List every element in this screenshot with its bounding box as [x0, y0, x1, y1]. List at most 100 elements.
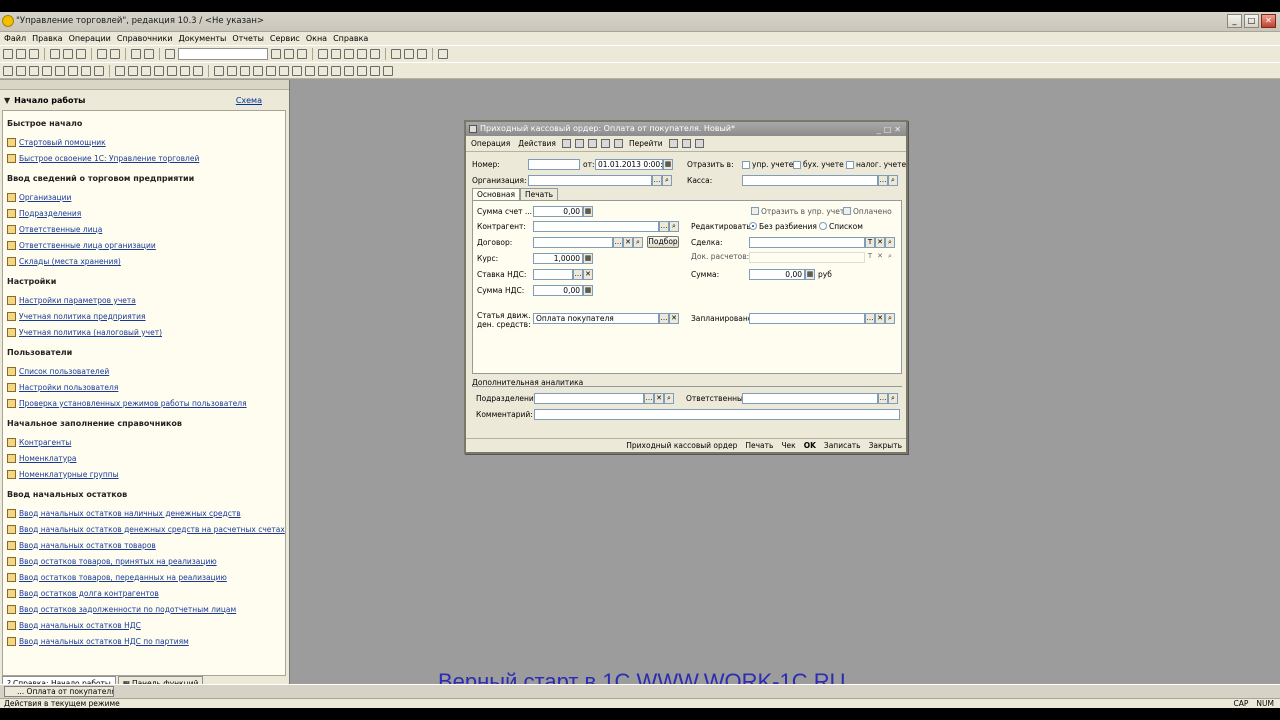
list-radio[interactable]	[819, 222, 827, 230]
transfer-icon[interactable]	[180, 65, 190, 76]
sum-doc-field[interactable]: 0,00	[533, 206, 583, 217]
link-item[interactable]: Настройки пользователя	[7, 379, 281, 395]
maximize-button[interactable]: □	[1244, 14, 1259, 28]
payment-icon[interactable]	[55, 65, 65, 76]
mail-icon[interactable]	[370, 49, 380, 59]
no-split-radio[interactable]	[749, 222, 757, 230]
save-button[interactable]: Записать	[824, 441, 861, 450]
cut-icon[interactable]	[50, 49, 60, 59]
link-item[interactable]: Стартовый помощник	[7, 134, 281, 150]
link-item[interactable]: Номенклатура	[7, 450, 281, 466]
list-icon[interactable]	[681, 139, 691, 148]
report-orders-icon[interactable]	[318, 65, 328, 76]
select-button[interactable]: …	[613, 237, 623, 248]
m-icon[interactable]	[391, 49, 401, 59]
print-icon[interactable]	[613, 139, 623, 148]
search-icon[interactable]: ⌕	[885, 237, 895, 248]
link-item[interactable]: Ввод остатков долга контрагентов	[7, 585, 281, 601]
select-button[interactable]: …	[659, 313, 669, 324]
select-button[interactable]: …	[865, 313, 875, 324]
check-button[interactable]: Чек	[781, 441, 795, 450]
calendar-icon[interactable]	[344, 49, 354, 59]
search-icon[interactable]: ⌕	[633, 237, 643, 248]
journal-icon[interactable]	[694, 139, 704, 148]
clipboard-icon[interactable]	[357, 49, 367, 59]
inventory-icon[interactable]	[193, 65, 203, 76]
calculator-icon[interactable]: ▦	[583, 285, 593, 296]
link-item[interactable]: Склады (места хранения)	[7, 253, 281, 269]
select-button[interactable]: …	[644, 393, 654, 404]
undo-icon[interactable]	[131, 49, 141, 59]
save-icon[interactable]	[29, 49, 39, 59]
paid-check[interactable]	[843, 207, 851, 215]
invoice-icon[interactable]	[29, 65, 39, 76]
select-button[interactable]: …	[573, 269, 583, 280]
link-item[interactable]: Учетная политика предприятия	[7, 308, 281, 324]
m-minus-icon[interactable]	[417, 49, 427, 59]
find-next-icon[interactable]	[271, 49, 281, 59]
cash-receipt-print-button[interactable]: Приходный кассовый ордер	[626, 441, 737, 450]
vat-sum-field[interactable]: 0,00	[533, 285, 583, 296]
reflect-mgmt-check[interactable]	[751, 207, 759, 215]
structure-icon[interactable]	[600, 139, 610, 148]
link-item[interactable]: Ввод начальных остатков товаров	[7, 537, 281, 553]
select-button[interactable]: …	[659, 221, 669, 232]
goto-menu[interactable]: Перейти	[627, 139, 665, 148]
close-dialog-button[interactable]: Закрыть	[869, 441, 902, 450]
menu-documents[interactable]: Документы	[178, 34, 226, 43]
link-item[interactable]: Проверка установленных режимов работы по…	[7, 395, 281, 411]
search-icon[interactable]: ⌕	[664, 393, 674, 404]
operation-menu[interactable]: Операция	[469, 139, 512, 148]
number-field[interactable]	[528, 159, 580, 170]
tab-print[interactable]: Печать	[519, 188, 559, 200]
copy-icon[interactable]	[587, 139, 597, 148]
receipt-icon[interactable]	[128, 65, 138, 76]
search-icon[interactable]: ⌕	[885, 313, 895, 324]
calendar-icon[interactable]: ▦	[663, 159, 673, 170]
report-icon[interactable]	[214, 65, 224, 76]
collapse-triangle-icon[interactable]: ▼	[4, 96, 10, 105]
link-item[interactable]: Ввод начальных остатков НДС	[7, 617, 281, 633]
link-item[interactable]: Ввод начальных остатков наличных денежны…	[7, 505, 281, 521]
schema-link[interactable]: Схема	[236, 96, 262, 105]
search-icon[interactable]: ⌕	[885, 252, 895, 263]
task-button[interactable]: ... Оплата от покупателя. Н	[4, 686, 114, 697]
report-settings-icon[interactable]	[383, 65, 393, 76]
clear-icon[interactable]: ✕	[875, 252, 885, 263]
clear-icon[interactable]: ✕	[623, 237, 633, 248]
menu-edit[interactable]: Правка	[32, 34, 62, 43]
documents-icon[interactable]	[3, 65, 13, 76]
calculator-icon[interactable]: ▦	[583, 253, 593, 264]
calc-doc-field[interactable]	[749, 252, 865, 263]
kassa-field[interactable]	[742, 175, 878, 186]
menu-reports[interactable]: Отчеты	[232, 34, 264, 43]
rate-field[interactable]: 1,0000	[533, 253, 583, 264]
deal-field[interactable]	[749, 237, 865, 248]
report-managers-icon[interactable]	[344, 65, 354, 76]
calculator-icon[interactable]	[331, 49, 341, 59]
contract-field[interactable]	[533, 237, 613, 248]
select-button[interactable]: …	[652, 175, 662, 186]
report-book-icon[interactable]	[357, 65, 367, 76]
search-icon[interactable]	[165, 49, 175, 59]
save-icon[interactable]	[561, 139, 571, 148]
planned-field[interactable]	[749, 313, 865, 324]
menu-operations[interactable]: Операции	[69, 34, 111, 43]
search-icon[interactable]: ⌕	[888, 175, 898, 186]
menu-help[interactable]: Справка	[333, 34, 368, 43]
help-icon[interactable]	[318, 49, 328, 59]
link-item[interactable]: Учетная политика (налоговый учет)	[7, 324, 281, 340]
clear-icon[interactable]: ✕	[875, 237, 885, 248]
cashflow-field[interactable]: Оплата покупателя	[533, 313, 659, 324]
link-item[interactable]: Ввод начальных остатков НДС по партиям	[7, 633, 281, 649]
clear-icon[interactable]: ✕	[654, 393, 664, 404]
search-icon[interactable]: ⌕	[662, 175, 672, 186]
ok-button[interactable]: OK	[804, 441, 816, 450]
new-icon[interactable]	[3, 49, 13, 59]
comment-field[interactable]	[534, 409, 900, 420]
link-item[interactable]: Организации	[7, 189, 281, 205]
link-item[interactable]: Контрагенты	[7, 434, 281, 450]
return-icon[interactable]	[154, 65, 164, 76]
select-button[interactable]: …	[878, 393, 888, 404]
menu-file[interactable]: Файл	[4, 34, 26, 43]
